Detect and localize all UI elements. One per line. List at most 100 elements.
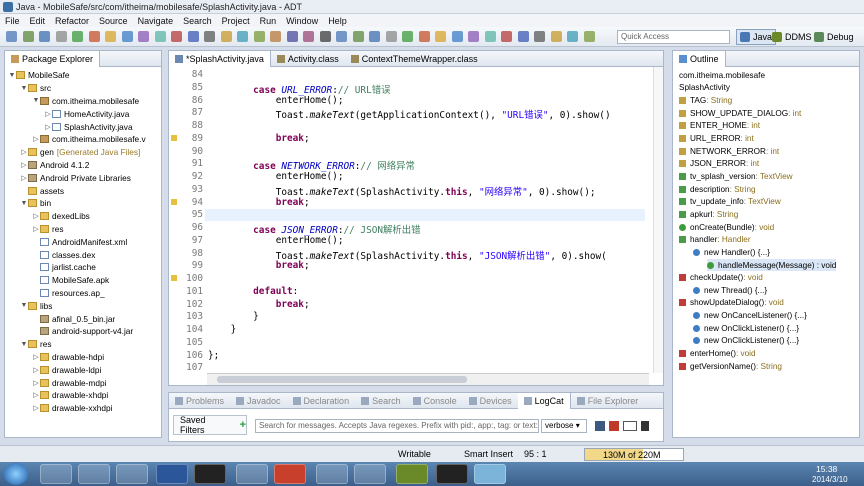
tree-item[interactable]: ▷ drawable-ldpi [32,363,101,376]
toolbar-button-icon[interactable] [237,31,248,42]
menu-edit[interactable]: Edit [25,16,51,26]
toolbar-button-icon[interactable] [253,31,265,42]
toolbar-button-icon[interactable] [39,31,50,42]
amd-taskbar-icon[interactable] [436,464,468,484]
expand-toggle-icon[interactable]: ▼ [32,97,40,104]
expand-toggle-icon[interactable]: ▷ [44,123,52,131]
tab-declaration[interactable]: Declaration [287,393,356,409]
heap-status[interactable]: 130M of 220M [584,448,684,461]
tab-problems[interactable]: Problems [169,393,230,409]
tab-activityclass[interactable]: Activity.class [271,51,345,67]
expand-toggle-icon[interactable]: ▼ [20,341,28,348]
outline-item[interactable]: new Handler() {...} [693,246,770,259]
menu-window[interactable]: Window [281,16,323,26]
toggle-columns-icon[interactable] [623,421,637,431]
outline-item[interactable]: com.itheima.mobilesafe [679,69,765,82]
expand-toggle-icon[interactable]: ▷ [32,379,40,387]
expand-toggle-icon[interactable]: ▷ [32,366,40,374]
expand-toggle-icon[interactable]: ▷ [32,391,40,399]
outline-item[interactable]: SplashActivity [679,82,730,95]
toolbar-button-icon[interactable] [6,31,17,42]
tab-package-explorer[interactable]: Package Explorer [5,50,101,67]
tree-item[interactable]: ▼ res [20,338,52,351]
toolbar-button-icon[interactable] [171,31,182,42]
firefox-taskbar-icon[interactable] [40,464,72,484]
tree-item[interactable]: classes.dex [32,248,95,261]
toolbar-button-icon[interactable] [204,31,215,42]
tree-item[interactable]: resources.ap_ [32,287,105,300]
toolbar-button-icon[interactable] [22,31,34,42]
tree-item[interactable]: ▼ src [20,82,52,95]
toolbar-button-icon[interactable] [187,31,199,42]
tree-item[interactable]: assets [20,184,64,197]
tree-item[interactable]: ▷ drawable-hdpi [32,351,104,364]
logcat-search-input[interactable]: Search for messages. Accepts Java regexe… [255,419,539,433]
code-editor[interactable]: 84 85 case URL_ERROR:// URL错误 86 enterHome… [169,67,663,372]
tree-item[interactable]: jarlist.cache [32,261,96,274]
toolbar-button-icon[interactable] [517,31,529,42]
toolbar-button-icon[interactable] [567,31,578,42]
toolbar-button-icon[interactable] [501,31,512,42]
outline-item[interactable]: handler : Handler [679,233,751,246]
explorer-taskbar-icon[interactable] [78,464,110,484]
menu-file[interactable]: File [0,16,25,26]
tree-item[interactable]: ▷ drawable-mdpi [32,376,106,389]
tree-item[interactable]: android-support-v4.jar [32,325,133,338]
toolbar-button-icon[interactable] [72,31,83,42]
clear-log-icon[interactable] [609,421,619,431]
perspective-debug[interactable]: Debug [810,29,858,45]
outline-item[interactable]: apkurl : String [679,208,738,221]
outline-item[interactable]: showUpdateDialog() : void [679,297,784,310]
tree-item[interactable]: ▷ dexedLibs [32,210,90,223]
expand-toggle-icon[interactable]: ▷ [32,404,40,412]
android-taskbar-icon[interactable] [396,464,428,484]
expand-toggle-icon[interactable]: ▷ [32,225,40,233]
toolbar-button-icon[interactable] [270,31,281,42]
toolbar-button-icon[interactable] [121,31,133,42]
toolbar-button-icon[interactable] [369,31,380,42]
toolbox-taskbar-icon[interactable] [116,464,148,484]
toolbar-button-icon[interactable] [154,31,166,42]
outline-item[interactable]: ENTER_HOME : int [679,120,760,133]
adt-taskbar-icon[interactable] [354,464,386,484]
toolbar-button-icon[interactable] [402,31,413,42]
tab-splashactivityjava[interactable]: *SplashActivity.java [169,50,271,67]
outline-item[interactable]: new Thread() {...} [693,284,767,297]
expand-toggle-icon[interactable]: ▷ [20,148,28,156]
outline-item[interactable]: tv_update_info : TextView [679,196,781,209]
tab-contextthemewrapperclass[interactable]: ContextThemeWrapper.class [345,51,484,67]
java-taskbar-icon[interactable] [236,464,268,484]
tab-outline[interactable]: Outline [673,50,726,67]
outline-item[interactable]: JSON_ERROR : int [679,158,759,171]
quick-access-input[interactable]: Quick Access [617,30,730,44]
toolbar-button-icon[interactable] [583,31,595,42]
scroll-lock-icon[interactable] [641,421,649,431]
tree-item[interactable]: ▷ drawable-xhdpi [32,389,108,402]
tab-devices[interactable]: Devices [463,393,518,409]
outline-item[interactable]: NETWORK_ERROR : int [679,145,779,158]
outline-item[interactable]: handleMessage(Message) : void [707,258,837,272]
toolbar-button-icon[interactable] [138,31,149,42]
toolbar-button-icon[interactable] [550,31,562,42]
toolbar-button-icon[interactable] [468,31,479,42]
expand-toggle-icon[interactable]: ▼ [20,302,28,309]
menu-help[interactable]: Help [323,16,352,26]
toolbar-button-icon[interactable] [534,31,545,42]
expand-toggle-icon[interactable]: ▷ [32,353,40,361]
menu-run[interactable]: Run [255,16,282,26]
expand-toggle-icon[interactable]: ▷ [20,161,28,169]
app-taskbar-icon[interactable] [316,464,348,484]
save-icon[interactable] [595,421,605,431]
toolbar-button-icon[interactable] [319,31,331,42]
start-button[interactable] [4,463,28,485]
toolbar-button-icon[interactable] [484,31,496,42]
expand-toggle-icon[interactable]: ▷ [32,212,40,220]
menu-search[interactable]: Search [178,16,217,26]
expand-toggle-icon[interactable]: ▼ [20,200,28,207]
tree-item[interactable]: ▷ SplashActivity.java [44,120,132,133]
tab-logcat[interactable]: LogCat [517,392,571,409]
toolbar-button-icon[interactable] [352,31,364,42]
tree-item[interactable]: ▼ libs [20,299,53,312]
expand-toggle-icon[interactable]: ▷ [32,135,40,143]
toolbar-button-icon[interactable] [336,31,347,42]
